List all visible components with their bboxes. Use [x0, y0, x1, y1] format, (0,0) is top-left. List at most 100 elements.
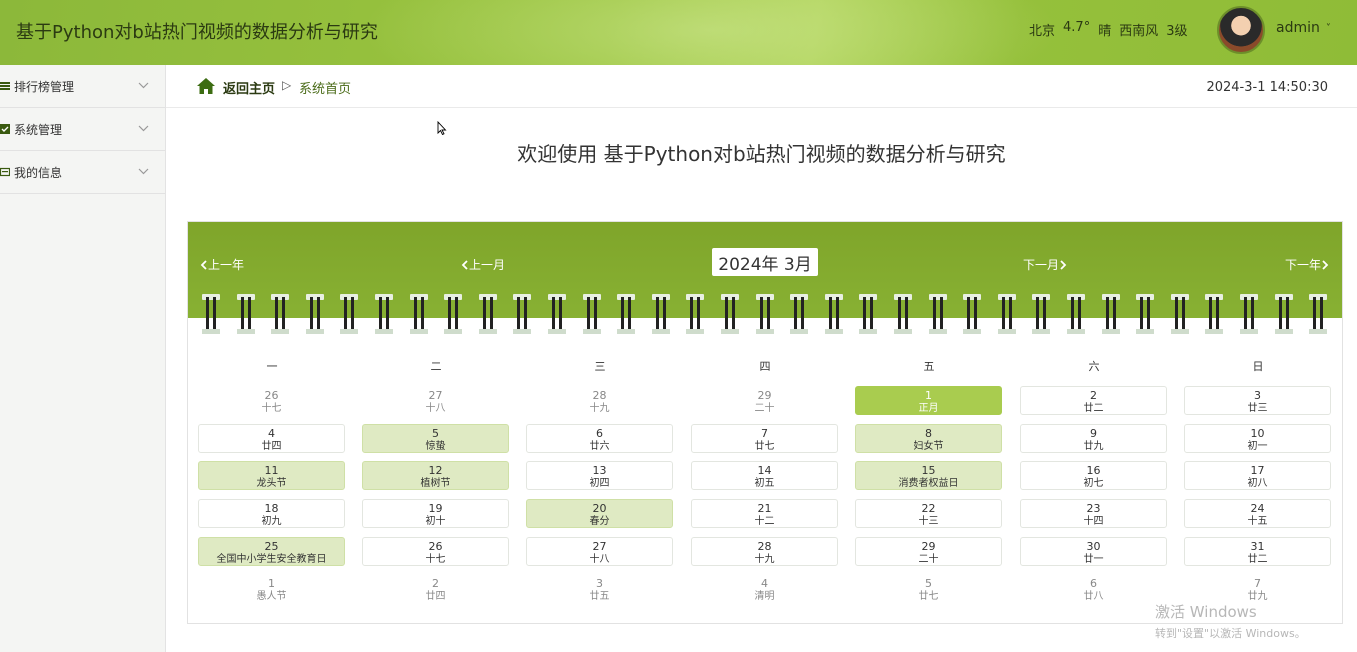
calendar-day[interactable]: 28 十九	[691, 537, 838, 566]
calendar-day[interactable]: 12 植树节	[362, 461, 509, 490]
calendar-day[interactable]: 1 正月	[855, 386, 1002, 415]
lunar-label: 廿三	[1247, 403, 1268, 414]
sidebar: 排行榜管理 系统管理 我的信息	[0, 65, 166, 652]
chevron-down-icon	[138, 165, 149, 178]
calendar-day[interactable]: 25 全国中小学生安全教育日	[198, 537, 345, 566]
calendar-day[interactable]: 27 十八	[362, 386, 509, 415]
calendar-day[interactable]: 18 初九	[198, 499, 345, 528]
prev-month-button[interactable]: 上一月	[461, 256, 505, 273]
calendar-day[interactable]: 7 廿七	[691, 424, 838, 453]
weather-condition: 晴	[1098, 24, 1112, 39]
lunar-label: 廿九	[1083, 441, 1104, 452]
calendar-day[interactable]: 24 十五	[1184, 499, 1331, 528]
calendar-day[interactable]: 23 十四	[1020, 499, 1167, 528]
day-number: 29	[757, 389, 772, 402]
calendar-day[interactable]: 9 廿九	[1020, 424, 1167, 453]
next-month-label: 下一月	[1023, 258, 1060, 272]
calendar-day[interactable]: 10 初一	[1184, 424, 1331, 453]
day-number: 1	[268, 577, 275, 590]
calendar-day[interactable]: 30 廿一	[1020, 537, 1167, 566]
lunar-label: 廿七	[918, 591, 939, 602]
calendar-day[interactable]: 3 廿三	[1184, 386, 1331, 415]
calendar-day[interactable]: 29 二十	[691, 386, 838, 415]
calendar-day[interactable]: 29 二十	[855, 537, 1002, 566]
welcome-title: 欢迎使用 基于Python对b站热门视频的数据分析与研究	[517, 142, 1006, 166]
home-icon[interactable]	[196, 77, 216, 95]
calendar-day[interactable]: 21 十二	[691, 499, 838, 528]
calendar-day[interactable]: 1 愚人节	[198, 574, 345, 603]
day-number: 25	[264, 540, 279, 553]
day-number: 26	[264, 389, 279, 402]
calendar-day[interactable]: 5 惊蛰	[362, 424, 509, 453]
calendar-day[interactable]: 2 廿二	[1020, 386, 1167, 415]
next-year-button[interactable]: 下一年	[1285, 256, 1329, 273]
sidebar-item-ranking[interactable]: 排行榜管理	[0, 65, 165, 108]
calendar-day[interactable]: 6 廿八	[1020, 574, 1167, 603]
day-number: 22	[921, 502, 936, 515]
weekday-label: 日	[1252, 360, 1264, 373]
breadcrumb-current[interactable]: 系统首页	[299, 78, 351, 97]
day-number: 26	[428, 540, 443, 553]
card-icon	[0, 167, 10, 177]
day-number: 5	[432, 427, 439, 440]
lunar-label: 二十	[754, 403, 775, 414]
calendar-day[interactable]: 27 十八	[526, 537, 673, 566]
calendar-day[interactable]: 11 龙头节	[198, 461, 345, 490]
calendar-day[interactable]: 26 十七	[362, 537, 509, 566]
day-number: 21	[757, 502, 772, 515]
prev-year-button[interactable]: 上一年	[200, 256, 244, 273]
lunar-label: 廿五	[589, 591, 610, 602]
binding-ring	[375, 294, 393, 334]
next-month-button[interactable]: 下一月	[1023, 256, 1067, 273]
calendar-day[interactable]: 3 廿五	[526, 574, 673, 603]
breadcrumb: 返回主页 ▷ 系统首页 2024-3-1 14:50:30	[166, 65, 1357, 108]
day-number: 29	[921, 540, 936, 553]
calendar-day[interactable]: 17 初八	[1184, 461, 1331, 490]
lunar-label: 廿六	[589, 441, 610, 452]
calendar-day[interactable]: 31 廿二	[1184, 537, 1331, 566]
calendar-day[interactable]: 13 初四	[526, 461, 673, 490]
sidebar-item-system[interactable]: 系统管理	[0, 108, 165, 151]
calendar-day[interactable]: 16 初七	[1020, 461, 1167, 490]
calendar-day[interactable]: 6 廿六	[526, 424, 673, 453]
day-number: 5	[925, 577, 932, 590]
calendar-day[interactable]: 8 妇女节	[855, 424, 1002, 453]
day-number: 16	[1086, 464, 1101, 477]
list-icon	[0, 81, 10, 91]
back-home-link[interactable]: 返回主页	[223, 78, 275, 97]
calendar-day[interactable]: 15 消费者权益日	[855, 461, 1002, 490]
chevron-down-icon	[138, 122, 149, 135]
user-menu[interactable]: admin ˅	[1276, 20, 1331, 36]
calendar-day[interactable]: 26 十七	[198, 386, 345, 415]
calendar-day[interactable]: 28 十九	[526, 386, 673, 415]
lunar-label: 全国中小学生安全教育日	[216, 554, 327, 565]
day-number: 6	[596, 427, 603, 440]
binding-ring	[651, 294, 670, 334]
calendar-day[interactable]: 22 十三	[855, 499, 1002, 528]
breadcrumb-separator: ▷	[282, 78, 292, 92]
chevron-left-icon	[200, 260, 207, 270]
avatar[interactable]	[1217, 6, 1265, 54]
calendar-day[interactable]: 4 清明	[691, 574, 838, 603]
day-number: 3	[1254, 389, 1261, 402]
calendar-day[interactable]: 5 廿七	[855, 574, 1002, 603]
calendar-day[interactable]: 19 初十	[362, 499, 509, 528]
binding-ring	[894, 294, 912, 334]
lunar-label: 初四	[589, 478, 610, 489]
lunar-label: 廿四	[261, 441, 282, 452]
weekday-label: 一	[266, 360, 278, 373]
binding-ring	[1170, 294, 1189, 334]
day-number: 6	[1090, 577, 1097, 590]
calendar-day[interactable]: 4 廿四	[198, 424, 345, 453]
sidebar-item-myinfo[interactable]: 我的信息	[0, 151, 165, 194]
binding-ring	[1136, 294, 1155, 334]
lunar-label: 清明	[754, 591, 775, 602]
calendar-day[interactable]: 7 廿九	[1184, 574, 1331, 603]
binding-ring	[997, 294, 1016, 334]
calendar-day[interactable]: 2 廿四	[362, 574, 509, 603]
calendar-day[interactable]: 20 春分	[526, 499, 673, 528]
username: admin	[1276, 20, 1320, 36]
lunar-label: 初五	[754, 478, 775, 489]
calendar-day[interactable]: 14 初五	[691, 461, 838, 490]
lunar-label: 消费者权益日	[898, 478, 959, 489]
